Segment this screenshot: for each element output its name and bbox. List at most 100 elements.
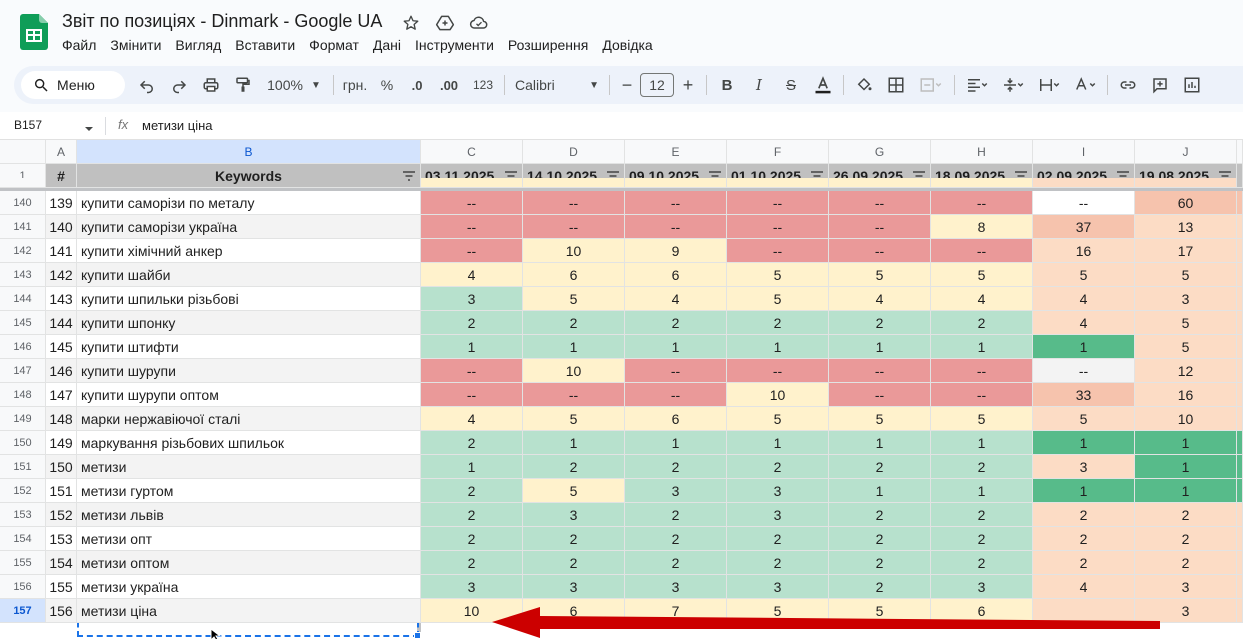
spreadsheet-grid[interactable]: A B C D E F G H I J 1 # Keywords 03.11.2025 14.10.2025… <box>0 140 1243 639</box>
keyword-cell[interactable]: метизи оптом <box>77 551 421 575</box>
rank-cell-i[interactable]: 2 <box>1033 551 1135 575</box>
rank-cell-j[interactable]: 10 <box>1135 407 1237 431</box>
rank-cell-partial[interactable] <box>523 178 625 188</box>
column-header-c[interactable]: C <box>421 140 523 164</box>
paint-format-button[interactable] <box>227 71 259 99</box>
row-id-cell[interactable]: 156 <box>46 599 77 623</box>
merge-cells-button[interactable] <box>912 71 950 99</box>
insert-chart-button[interactable] <box>1176 71 1208 99</box>
increase-font-size-button[interactable]: + <box>674 71 702 99</box>
rank-cell-c[interactable]: -- <box>421 383 523 407</box>
rank-cell-partial[interactable] <box>829 178 931 188</box>
rank-cell-d[interactable]: -- <box>523 383 625 407</box>
keyword-cell[interactable]: метизи <box>77 455 421 479</box>
rank-cell-g[interactable]: -- <box>829 383 931 407</box>
keyword-cell[interactable]: метизи україна <box>77 575 421 599</box>
print-button[interactable] <box>195 71 227 99</box>
rank-cell-d[interactable]: 5 <box>523 287 625 311</box>
row-header-143[interactable]: 143 <box>0 263 46 287</box>
menu-file[interactable]: Файл <box>55 36 103 54</box>
rank-cell-i[interactable]: 2 <box>1033 527 1135 551</box>
rank-cell-h[interactable]: 1 <box>931 335 1033 359</box>
rank-cell-e[interactable]: 1 <box>625 431 727 455</box>
rank-cell-i[interactable]: 4 <box>1033 575 1135 599</box>
rank-cell-k[interactable] <box>1237 335 1243 359</box>
strikethrough-button[interactable]: S <box>775 71 807 99</box>
menu-format[interactable]: Формат <box>302 36 366 54</box>
row-id-cell[interactable]: 150 <box>46 455 77 479</box>
rank-cell-c[interactable]: 4 <box>421 263 523 287</box>
row-header-140[interactable]: 140 <box>0 191 46 215</box>
keyword-cell[interactable]: маркування різьбових шпильок <box>77 431 421 455</box>
rank-cell-partial[interactable] <box>727 178 829 188</box>
row-header-154[interactable]: 154 <box>0 527 46 551</box>
rank-cell-h[interactable]: 8 <box>931 215 1033 239</box>
row-id-cell[interactable]: 143 <box>46 287 77 311</box>
rank-cell-j[interactable]: 5 <box>1135 335 1237 359</box>
rank-cell-k[interactable] <box>1237 383 1243 407</box>
rank-cell-k[interactable] <box>1237 311 1243 335</box>
rank-cell-i[interactable]: 5 <box>1033 407 1135 431</box>
rank-cell-d[interactable]: 2 <box>523 311 625 335</box>
row-id-cell[interactable]: 146 <box>46 359 77 383</box>
rank-cell-g[interactable]: 1 <box>829 431 931 455</box>
keyword-cell[interactable]: купити шурупи оптом <box>77 383 421 407</box>
rank-cell-e[interactable]: -- <box>625 215 727 239</box>
rank-cell-d[interactable]: 5 <box>523 407 625 431</box>
rank-cell-i[interactable]: 33 <box>1033 383 1135 407</box>
rank-cell-partial[interactable] <box>1033 178 1135 188</box>
rank-cell-e[interactable]: 2 <box>625 311 727 335</box>
increase-decimal-button[interactable]: .00 <box>432 71 466 99</box>
keyword-cell[interactable]: метизи гуртом <box>77 479 421 503</box>
decrease-decimal-button[interactable]: .0 <box>402 71 432 99</box>
rank-cell-g[interactable]: 2 <box>829 575 931 599</box>
menu-view[interactable]: Вигляд <box>168 36 228 54</box>
rank-cell-d[interactable]: 2 <box>523 455 625 479</box>
bold-button[interactable]: B <box>711 71 743 99</box>
rank-cell-f[interactable]: -- <box>727 215 829 239</box>
row-id-cell[interactable]: 155 <box>46 575 77 599</box>
rank-cell-g[interactable]: 4 <box>829 287 931 311</box>
menu-edit[interactable]: Змінити <box>103 36 168 54</box>
rank-cell-j[interactable]: 16 <box>1135 383 1237 407</box>
rank-cell-f[interactable]: 5 <box>727 407 829 431</box>
rank-cell-c[interactable]: -- <box>421 215 523 239</box>
rank-cell-h[interactable]: -- <box>931 383 1033 407</box>
keyword-cell[interactable]: марки нержавіючої сталі <box>77 407 421 431</box>
row-id-cell[interactable]: 144 <box>46 311 77 335</box>
rank-cell-h[interactable]: 2 <box>931 551 1033 575</box>
rank-cell-c[interactable]: 3 <box>421 575 523 599</box>
row-id-cell[interactable]: 151 <box>46 479 77 503</box>
menu-insert[interactable]: Вставити <box>228 36 302 54</box>
keyword-cell[interactable]: метизи ціна <box>77 599 421 623</box>
rank-cell-f[interactable]: -- <box>727 239 829 263</box>
keyword-cell[interactable]: купити саморізи по металу <box>77 191 421 215</box>
rank-cell-f[interactable]: 3 <box>727 503 829 527</box>
rank-cell-i[interactable] <box>1033 599 1135 623</box>
rank-cell-c[interactable]: -- <box>421 239 523 263</box>
sheets-logo-icon[interactable] <box>20 14 48 50</box>
rank-cell-c[interactable]: 2 <box>421 551 523 575</box>
rank-cell-partial[interactable] <box>625 178 727 188</box>
rank-cell-h[interactable]: 2 <box>931 527 1033 551</box>
italic-button[interactable]: I <box>743 71 775 99</box>
rank-cell-k[interactable] <box>1237 503 1243 527</box>
fill-handle[interactable] <box>414 632 421 639</box>
rank-cell-i[interactable]: 37 <box>1033 215 1135 239</box>
rank-cell-k[interactable] <box>1237 479 1243 503</box>
rank-cell-j[interactable]: 1 <box>1135 455 1237 479</box>
rank-cell-d[interactable]: 10 <box>523 239 625 263</box>
rank-cell-j[interactable]: 5 <box>1135 263 1237 287</box>
rank-cell-d[interactable]: 1 <box>523 431 625 455</box>
rank-cell-j[interactable]: 17 <box>1135 239 1237 263</box>
rank-cell-d[interactable]: 3 <box>523 503 625 527</box>
header-cell-k[interactable] <box>1237 164 1243 188</box>
rank-cell-i[interactable]: 3 <box>1033 455 1135 479</box>
rank-cell-d[interactable]: 10 <box>523 359 625 383</box>
rank-cell-j[interactable]: 2 <box>1135 527 1237 551</box>
column-header-f[interactable]: F <box>727 140 829 164</box>
rank-cell-f[interactable]: 10 <box>727 383 829 407</box>
row-header-151[interactable]: 151 <box>0 455 46 479</box>
rank-cell-f[interactable]: 2 <box>727 527 829 551</box>
rank-cell-h[interactable]: -- <box>931 359 1033 383</box>
